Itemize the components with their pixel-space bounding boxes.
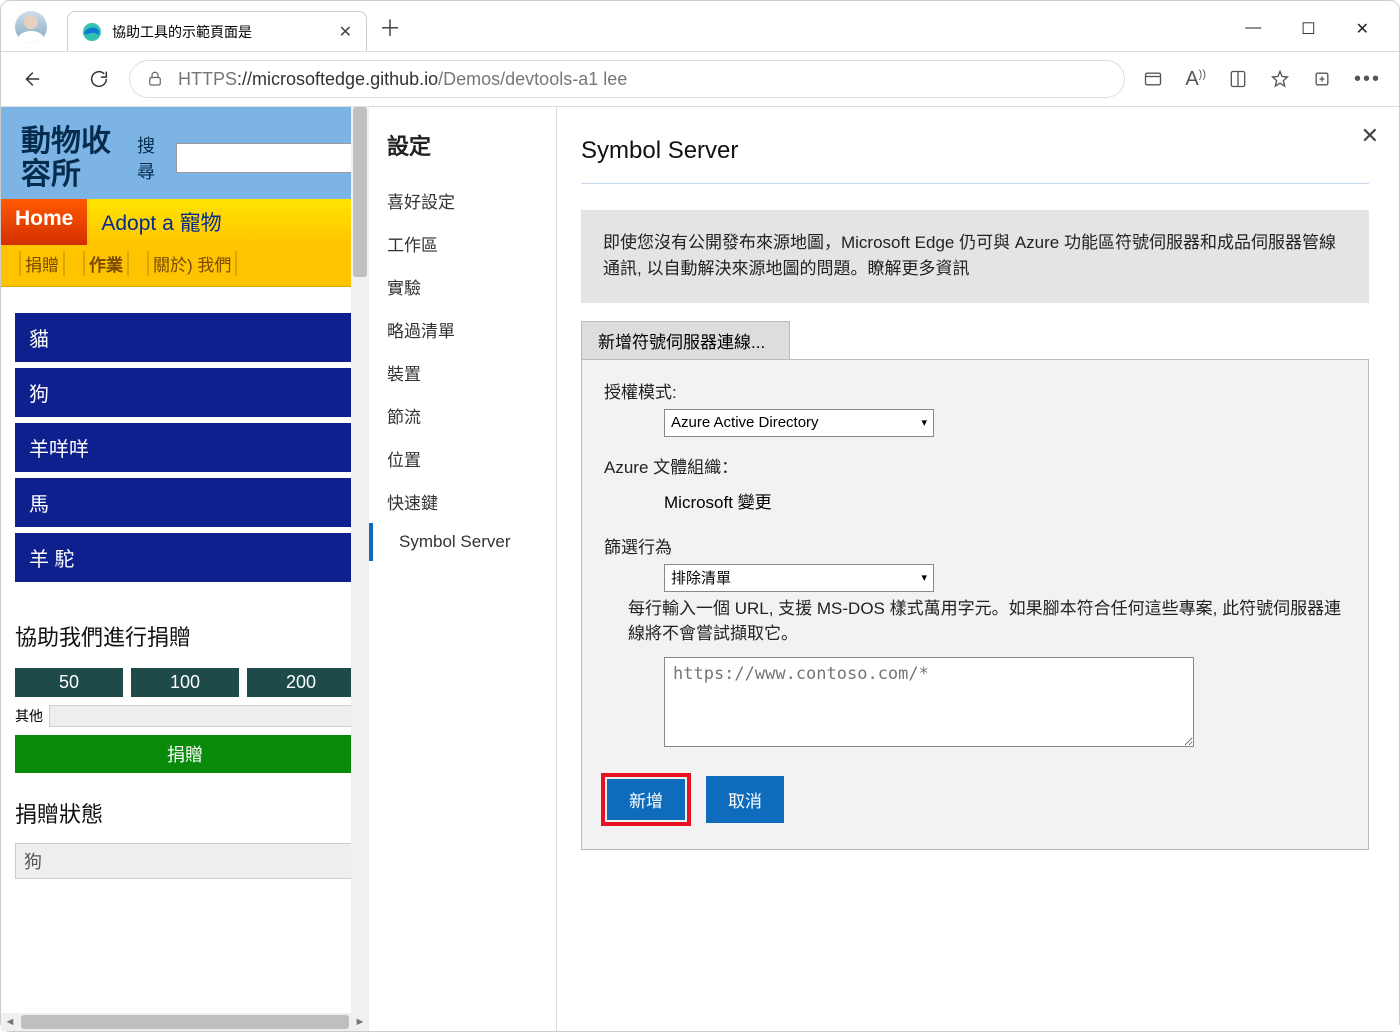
- divider: [581, 183, 1369, 184]
- new-tab-button[interactable]: ＋: [379, 11, 401, 43]
- nav-home[interactable]: Home: [1, 199, 87, 245]
- settings-item-shortcuts[interactable]: 快速鍵: [369, 480, 556, 523]
- settings-item-symbol-server[interactable]: Symbol Server: [369, 523, 556, 561]
- favorite-icon[interactable]: [1270, 69, 1290, 89]
- org-value: Microsoft 變更: [664, 484, 1346, 517]
- collections-icon[interactable]: [1312, 69, 1332, 89]
- list-item[interactable]: 羊咩咩: [15, 423, 355, 472]
- lock-icon: [146, 70, 164, 88]
- donate-section: 協助我們進行捐贈 50 100 200 其他 捐贈 捐贈狀態 狗: [1, 592, 369, 889]
- status-value: 狗: [15, 843, 355, 879]
- app-icon[interactable]: [1143, 69, 1163, 89]
- window-controls: — ☐ ✕: [1245, 19, 1399, 51]
- address-bar: HTTPS://microsoftedge.github.io/Demos/de…: [1, 51, 1399, 107]
- close-panel-icon[interactable]: ✕: [1361, 123, 1379, 149]
- settings-item-workspace[interactable]: 工作區: [369, 222, 556, 265]
- list-item[interactable]: 貓: [15, 313, 355, 362]
- page-vertical-scrollbar[interactable]: [351, 107, 369, 1031]
- org-label: Azure 文體組織：: [604, 453, 1346, 478]
- nav-donate[interactable]: 捐贈: [19, 251, 65, 276]
- site-title: 動物收容所: [21, 125, 131, 191]
- demo-page-pane: 動物收容所 搜尋 Home Adopt a 寵物 捐贈 作業 關於) 我們 貓 …: [1, 107, 369, 1031]
- tab-add-connection[interactable]: 新增符號伺服器連線...: [581, 321, 790, 359]
- scroll-right-icon[interactable]: ►: [351, 1013, 369, 1031]
- minimize-button[interactable]: —: [1245, 19, 1261, 39]
- settings-item-throttling[interactable]: 節流: [369, 394, 556, 437]
- back-button[interactable]: [19, 67, 43, 91]
- settings-item-preferences[interactable]: 喜好設定: [369, 179, 556, 222]
- donate-heading: 協助我們進行捐贈: [15, 620, 355, 652]
- info-box: 即使您沒有公開發布來源地圖，Microsoft Edge 仍可與 Azure 功…: [581, 210, 1369, 303]
- filter-help-text: 每行輸入一個 URL, 支援 MS-DOS 樣式萬用字元。如果腳本符合任何這些專…: [628, 596, 1346, 647]
- chevron-down-icon: ▾: [921, 416, 927, 429]
- add-button-highlight: 新增: [604, 776, 688, 823]
- profile-avatar[interactable]: [15, 11, 47, 43]
- settings-item-locations[interactable]: 位置: [369, 437, 556, 480]
- reader-icon[interactable]: [1228, 69, 1248, 89]
- auth-mode-label: 授權模式:: [604, 378, 1346, 403]
- other-label: 其他: [15, 706, 43, 726]
- filter-textarea[interactable]: [664, 657, 1194, 747]
- scroll-left-icon[interactable]: ◄: [1, 1013, 19, 1031]
- url-field[interactable]: HTTPS://microsoftedge.github.io/Demos/de…: [129, 60, 1125, 98]
- search-label: 搜尋: [137, 132, 170, 184]
- content-area: 動物收容所 搜尋 Home Adopt a 寵物 捐贈 作業 關於) 我們 貓 …: [1, 107, 1399, 1031]
- maximize-button[interactable]: ☐: [1301, 19, 1315, 39]
- amount-200[interactable]: 200: [247, 668, 355, 697]
- browser-tab[interactable]: 協助工具的示範頁面是 ✕: [67, 11, 367, 51]
- filter-label: 篩選行為: [604, 533, 1346, 558]
- nav-jobs[interactable]: 作業: [83, 251, 129, 276]
- refresh-button[interactable]: [87, 67, 111, 91]
- page-header: 動物收容所 搜尋: [1, 107, 369, 199]
- page-horizontal-scrollbar[interactable]: ◄ ►: [1, 1013, 369, 1031]
- edge-icon: [82, 22, 102, 42]
- search-input[interactable]: [176, 143, 355, 173]
- titlebar: 協助工具的示範頁面是 ✕ ＋ — ☐ ✕: [1, 1, 1399, 51]
- auth-mode-select[interactable]: Azure Active Directory ▾: [664, 409, 934, 437]
- donate-button[interactable]: 捐贈: [15, 735, 355, 773]
- tab-title: 協助工具的示範頁面是: [112, 22, 329, 42]
- other-amount-input[interactable]: [49, 705, 355, 727]
- form-tabstrip: 新增符號伺服器連線...: [581, 321, 1369, 359]
- list-item[interactable]: 羊 駝: [15, 533, 355, 582]
- chevron-down-icon: ▾: [921, 571, 927, 584]
- close-window-button[interactable]: ✕: [1356, 19, 1369, 39]
- nav-adopt[interactable]: Adopt a 寵物: [87, 199, 235, 245]
- cancel-button[interactable]: 取消: [706, 776, 784, 823]
- list-item[interactable]: 狗: [15, 368, 355, 417]
- close-tab-icon[interactable]: ✕: [339, 22, 352, 42]
- panel-heading: Symbol Server: [581, 137, 1369, 165]
- secondary-nav: 捐贈 作業 關於) 我們: [1, 245, 369, 287]
- status-heading: 捐贈狀態: [15, 797, 355, 829]
- nav-about[interactable]: 關於) 我們: [147, 251, 237, 276]
- list-item[interactable]: 馬: [15, 478, 355, 527]
- amount-100[interactable]: 100: [131, 668, 239, 697]
- read-aloud-icon[interactable]: A)): [1185, 68, 1206, 91]
- settings-sidebar: 設定 喜好設定 工作區 實驗 略過清單 裝置 節流 位置 快速鍵 Symbol …: [369, 107, 557, 1031]
- connection-form: 授權模式: Azure Active Directory ▾ Azure 文體組…: [581, 359, 1369, 850]
- filter-select[interactable]: 排除清單 ▾: [664, 564, 934, 592]
- amount-50[interactable]: 50: [15, 668, 123, 697]
- animal-list: 貓 狗 羊咩咩 馬 羊 駝: [1, 287, 369, 592]
- url-text: HTTPS://microsoftedge.github.io/Demos/de…: [178, 69, 627, 90]
- add-button[interactable]: 新增: [607, 779, 685, 820]
- settings-title: 設定: [369, 129, 556, 179]
- primary-nav: Home Adopt a 寵物: [1, 199, 369, 245]
- settings-item-ignore-list[interactable]: 略過清單: [369, 308, 556, 351]
- settings-item-experiments[interactable]: 實驗: [369, 265, 556, 308]
- more-icon[interactable]: •••: [1354, 68, 1381, 91]
- settings-item-devices[interactable]: 裝置: [369, 351, 556, 394]
- settings-panel: ✕ Symbol Server 即使您沒有公開發布來源地圖，Microsoft …: [557, 107, 1399, 1031]
